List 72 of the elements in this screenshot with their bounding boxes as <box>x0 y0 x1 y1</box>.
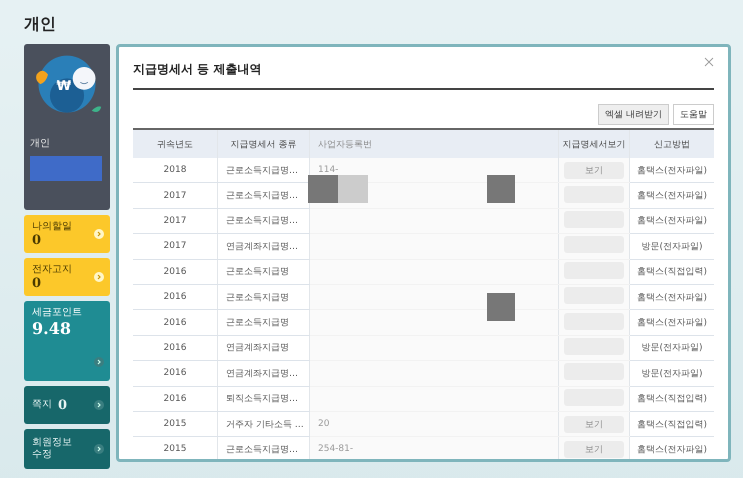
redaction-block <box>487 175 515 203</box>
table-cell: 근로소득지급명… <box>218 208 310 234</box>
card-label: 쪽지 <box>32 399 52 411</box>
sidebar-card[interactable]: 나의할일 0 <box>24 215 110 253</box>
chevron-icon <box>94 272 104 282</box>
table-cell: 홈택스(전자파일) <box>630 208 714 234</box>
table-cell: 연금계좌지급명 <box>218 335 310 361</box>
table-cell: 2016 <box>133 310 218 336</box>
table-cell: 2016 <box>133 360 218 386</box>
table-cell: 홈택스(전자파일) <box>630 158 714 183</box>
sidebar-card[interactable]: 쪽지 0 <box>24 386 110 424</box>
table-cell: 홈택스(직접입력) <box>630 411 714 437</box>
table-cell: 114- <box>318 165 338 176</box>
card-value: 0 <box>32 232 42 248</box>
table-cell: 2016 <box>133 335 218 361</box>
table-cell: 거주자 기타소득 … <box>218 411 310 437</box>
profile-label: 개인 <box>30 137 50 150</box>
table-cell: 홈택스(직접입력) <box>630 386 714 412</box>
table-cell: 홈택스(전자파일) <box>630 436 714 459</box>
table-cell: 2018 <box>133 158 218 183</box>
table-cell: 연금계좌지급명… <box>218 234 310 260</box>
name-redaction <box>30 156 102 181</box>
column-header: 지급명세서 종류 <box>218 129 310 158</box>
redaction-block <box>338 175 368 203</box>
table-cell: 2016 <box>133 386 218 412</box>
card-label: 전자고지 <box>32 264 72 276</box>
table-cell: 2017 <box>133 208 218 234</box>
card-value: 0 <box>58 398 68 412</box>
table-cell: 2015 <box>133 411 218 437</box>
table-cell: 2016 <box>133 259 218 284</box>
column-header: 신고방법 <box>630 129 714 158</box>
chevron-icon <box>94 400 104 410</box>
table-cell: 2017 <box>133 182 218 208</box>
table-cell: 홈택스(전자파일) <box>630 284 714 310</box>
card-label: 회원정보 수정 <box>32 437 72 461</box>
table-cell: 254-81- <box>318 444 354 454</box>
table-cell: 2015 <box>133 436 218 459</box>
sidebar-card[interactable]: 세금포인트 9.48 <box>24 301 110 381</box>
table-cell: 2017 <box>133 234 218 260</box>
toolbar-button[interactable]: 도움말 <box>673 104 714 125</box>
card-label: 나의할일 <box>32 220 72 232</box>
redaction-block <box>308 175 338 203</box>
toolbar-button[interactable]: 엑셀 내려받기 <box>598 104 669 125</box>
card-label: 세금포인트 <box>32 307 82 319</box>
sidebar-card[interactable]: 전자고지 0 <box>24 258 110 296</box>
table-cell: 방문(전자파일) <box>630 360 714 386</box>
table-cell: 방문(전자파일) <box>630 234 714 260</box>
chevron-icon <box>94 229 104 239</box>
column-header: 귀속년도 <box>133 129 218 158</box>
table-cell: 20 <box>318 419 330 430</box>
sidebar-card[interactable]: 회원정보 수정 <box>24 429 110 469</box>
card-value: 9.48 <box>32 319 72 338</box>
column-header: 사업자등록번 <box>310 129 558 158</box>
table-cell: 근로소득지급명 <box>218 259 310 284</box>
page-title: 개인 <box>24 14 57 35</box>
redaction-block <box>487 293 515 321</box>
modal-title: 지급명세서 등 제출내역 <box>133 61 262 78</box>
card-value: 0 <box>32 276 42 290</box>
won-symbol: ₩ <box>56 78 72 94</box>
chevron-icon <box>94 357 104 367</box>
table-cell: 연금계좌지급명… <box>218 360 310 386</box>
table-cell: 2016 <box>133 284 218 310</box>
table-cell: 근로소득지급명 <box>218 284 310 310</box>
table-cell: 홈택스(직접입력) <box>630 259 714 284</box>
table-cell: 근로소득지급명 <box>218 310 310 336</box>
column-header: 지급명세서보기 <box>558 129 630 158</box>
table-cell: 홈택스(전자파일) <box>630 182 714 208</box>
close-icon[interactable] <box>704 56 714 66</box>
chevron-icon <box>94 444 104 454</box>
table-cell: 방문(전자파일) <box>630 335 714 361</box>
table-cell: 홈택스(전자파일) <box>630 310 714 336</box>
table-cell: 퇴직소득지급명… <box>218 386 310 412</box>
